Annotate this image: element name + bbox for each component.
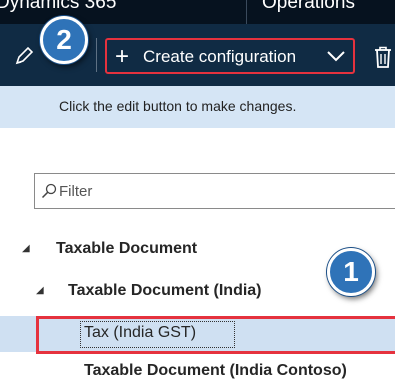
filter-box[interactable] bbox=[34, 173, 395, 209]
module-name[interactable]: Operations bbox=[262, 0, 355, 14]
chevron-down-icon bbox=[327, 51, 345, 62]
collapse-icon[interactable]: ◢ bbox=[22, 243, 30, 254]
create-configuration-button[interactable]: + Create configuration bbox=[105, 38, 355, 74]
tree-item-label: Taxable Document (India Contoso) bbox=[84, 362, 347, 379]
delete-icon[interactable] bbox=[372, 46, 394, 68]
info-message: Click the edit button to make changes. bbox=[59, 98, 297, 114]
collapse-icon[interactable]: ◢ bbox=[36, 285, 44, 296]
search-icon bbox=[41, 183, 57, 199]
tree-item-taxable-document-india-contoso[interactable]: Taxable Document (India Contoso) bbox=[0, 354, 395, 390]
step-2-callout: 2 bbox=[40, 16, 88, 64]
edit-icon[interactable] bbox=[14, 46, 34, 66]
plus-icon: + bbox=[115, 43, 130, 70]
toolbar-separator bbox=[96, 38, 97, 72]
title-divider bbox=[246, 0, 247, 24]
create-configuration-label: Create configuration bbox=[143, 47, 297, 66]
info-banner: Click the edit button to make changes. bbox=[0, 86, 395, 128]
filter-input[interactable] bbox=[59, 180, 379, 202]
step-1-callout: 1 bbox=[327, 248, 375, 296]
tree-item-label: Taxable Document bbox=[56, 240, 198, 257]
selection-highlight bbox=[36, 316, 395, 354]
tree-item-label: Taxable Document (India) bbox=[68, 282, 262, 299]
app-name[interactable]: Dynamics 365 bbox=[0, 0, 116, 14]
